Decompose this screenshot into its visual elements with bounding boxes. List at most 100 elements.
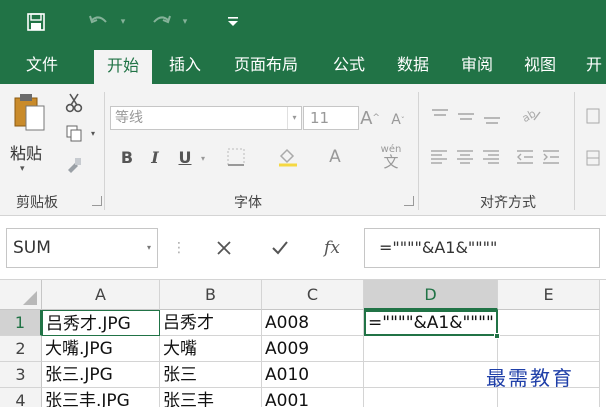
cell-b3[interactable]: 张三: [160, 362, 262, 388]
font-size-box[interactable]: 11: [303, 106, 359, 130]
cell-b2[interactable]: 大嘴: [160, 336, 262, 362]
group-divider: [574, 92, 575, 210]
name-box[interactable]: SUM ▾: [6, 228, 158, 268]
cell-c3[interactable]: A010: [262, 362, 364, 388]
undo-dropdown-icon[interactable]: ▾: [118, 12, 128, 32]
font-size-value: 11: [310, 109, 330, 127]
underline-icon[interactable]: U: [174, 144, 196, 170]
tab-formulas[interactable]: 公式: [322, 46, 376, 84]
cell-c1[interactable]: A008: [262, 310, 364, 336]
alignment-group-label: 对齐方式: [480, 195, 536, 211]
align-top-icon[interactable]: [428, 104, 452, 128]
align-left-icon[interactable]: [428, 146, 450, 168]
redo-dropdown-icon[interactable]: ▾: [180, 12, 190, 32]
clipboard-group-label: 剪贴板: [16, 195, 58, 211]
cell-a2[interactable]: 大嘴.JPG: [42, 336, 160, 362]
font-color-icon[interactable]: A: [320, 144, 350, 170]
name-box-value: SUM: [13, 238, 51, 258]
undo-icon[interactable]: [88, 12, 110, 32]
increase-font-icon[interactable]: A ^: [360, 106, 380, 130]
paste-dropdown-icon[interactable]: ▾: [20, 164, 25, 174]
borders-icon[interactable]: [222, 144, 250, 170]
row-header-3[interactable]: 3: [0, 362, 42, 388]
column-header-c[interactable]: C: [262, 280, 364, 310]
bold-icon[interactable]: B: [116, 144, 138, 170]
tab-home[interactable]: 开始: [94, 50, 152, 84]
merge-center-icon[interactable]: [584, 146, 602, 170]
font-name-box[interactable]: 等线 ▾: [110, 106, 302, 130]
font-name-value: 等线: [115, 110, 143, 126]
wrap-text-icon[interactable]: [584, 104, 602, 128]
row-header-1[interactable]: 1: [0, 310, 42, 336]
align-right-icon[interactable]: [480, 146, 502, 168]
select-all-triangle-icon: [23, 291, 37, 305]
fill-handle[interactable]: [494, 333, 500, 339]
orientation-icon[interactable]: ab: [516, 102, 546, 128]
column-header-a[interactable]: A: [42, 280, 160, 310]
redo-icon[interactable]: [150, 12, 172, 32]
cell-b4[interactable]: 张三丰: [160, 388, 262, 407]
select-all-corner[interactable]: [0, 280, 42, 310]
column-header-e[interactable]: E: [498, 280, 600, 310]
font-name-dropdown-icon[interactable]: ▾: [287, 107, 301, 129]
group-divider: [418, 92, 419, 210]
cell-a1[interactable]: 吕秀才.JPG: [42, 310, 160, 336]
align-center-icon[interactable]: [454, 146, 476, 168]
cell-d1[interactable]: =""""&A1&"""": [364, 310, 498, 336]
enter-check-icon[interactable]: [262, 228, 298, 268]
group-divider: [104, 92, 105, 210]
format-painter-icon[interactable]: [62, 154, 86, 176]
cancel-icon[interactable]: [206, 228, 242, 268]
paste-icon[interactable]: [12, 92, 46, 131]
ribbon-tab-bar: 文件 开始 插入 页面布局 公式 数据 审阅 视图 开: [0, 46, 606, 84]
italic-icon[interactable]: I: [144, 144, 166, 170]
copy-icon[interactable]: [62, 122, 86, 144]
watermark: 最需教育: [486, 366, 574, 390]
paste-button-label[interactable]: 粘贴: [10, 140, 42, 164]
tab-insert[interactable]: 插入: [158, 46, 212, 84]
name-box-dropdown-icon[interactable]: ▾: [147, 229, 151, 267]
clipboard-launcher-icon[interactable]: [92, 196, 102, 206]
row-header-2[interactable]: 2: [0, 336, 42, 362]
decrease-font-icon[interactable]: Aˇ: [388, 108, 408, 132]
tab-view[interactable]: 视图: [512, 46, 568, 84]
column-header-b[interactable]: B: [160, 280, 262, 310]
underline-dropdown-icon[interactable]: ▾: [198, 148, 208, 168]
tab-page-layout[interactable]: 页面布局: [222, 46, 310, 84]
font-group-label: 字体: [234, 195, 262, 211]
cell-d2[interactable]: [364, 336, 498, 362]
formula-input[interactable]: =""""&A1&"""": [364, 228, 600, 268]
tab-file[interactable]: 文件: [10, 46, 74, 84]
customize-qat-icon[interactable]: [226, 12, 240, 32]
column-header-d[interactable]: D: [364, 280, 498, 310]
insert-function-icon[interactable]: fx: [314, 228, 350, 268]
cell-c2[interactable]: A009: [262, 336, 364, 362]
cell-d3[interactable]: [364, 362, 498, 388]
formula-bar: SUM ▾ ⋮ fx =""""&A1&"""": [0, 216, 606, 280]
cell-a3[interactable]: 张三.JPG: [42, 362, 160, 388]
align-middle-icon[interactable]: [454, 104, 478, 128]
cell-a4[interactable]: 张三丰.JPG: [42, 388, 160, 407]
formula-bar-resize-handle[interactable]: ⋮: [172, 240, 186, 256]
save-icon[interactable]: [26, 12, 46, 32]
tab-developer[interactable]: 开: [582, 46, 606, 84]
decrease-indent-icon[interactable]: [514, 146, 536, 168]
phonetic-guide-icon[interactable]: wén 文: [374, 140, 408, 172]
fill-color-icon[interactable]: [270, 144, 306, 170]
row-header-4[interactable]: 4: [0, 388, 42, 407]
cell-b1[interactable]: 吕秀才: [160, 310, 262, 336]
align-bottom-icon[interactable]: [480, 104, 504, 128]
cell-e1[interactable]: [498, 310, 600, 336]
font-launcher-icon[interactable]: [404, 196, 414, 206]
increase-indent-icon[interactable]: [540, 146, 562, 168]
title-bar: ▾ ▾: [0, 0, 606, 46]
cell-c4[interactable]: A001: [262, 388, 364, 407]
tab-review[interactable]: 审阅: [450, 46, 504, 84]
cut-icon[interactable]: [62, 92, 86, 114]
copy-dropdown-icon[interactable]: ▾: [88, 126, 98, 140]
ribbon-home: 粘贴 ▾ ▾ 剪贴板 等线 ▾ 11 A ^ Aˇ B I U ▾ A wén 文…: [0, 84, 606, 216]
tab-data[interactable]: 数据: [386, 46, 440, 84]
cell-d4[interactable]: [364, 388, 498, 407]
svg-text:ab: ab: [520, 107, 538, 124]
cell-e2[interactable]: [498, 336, 600, 362]
